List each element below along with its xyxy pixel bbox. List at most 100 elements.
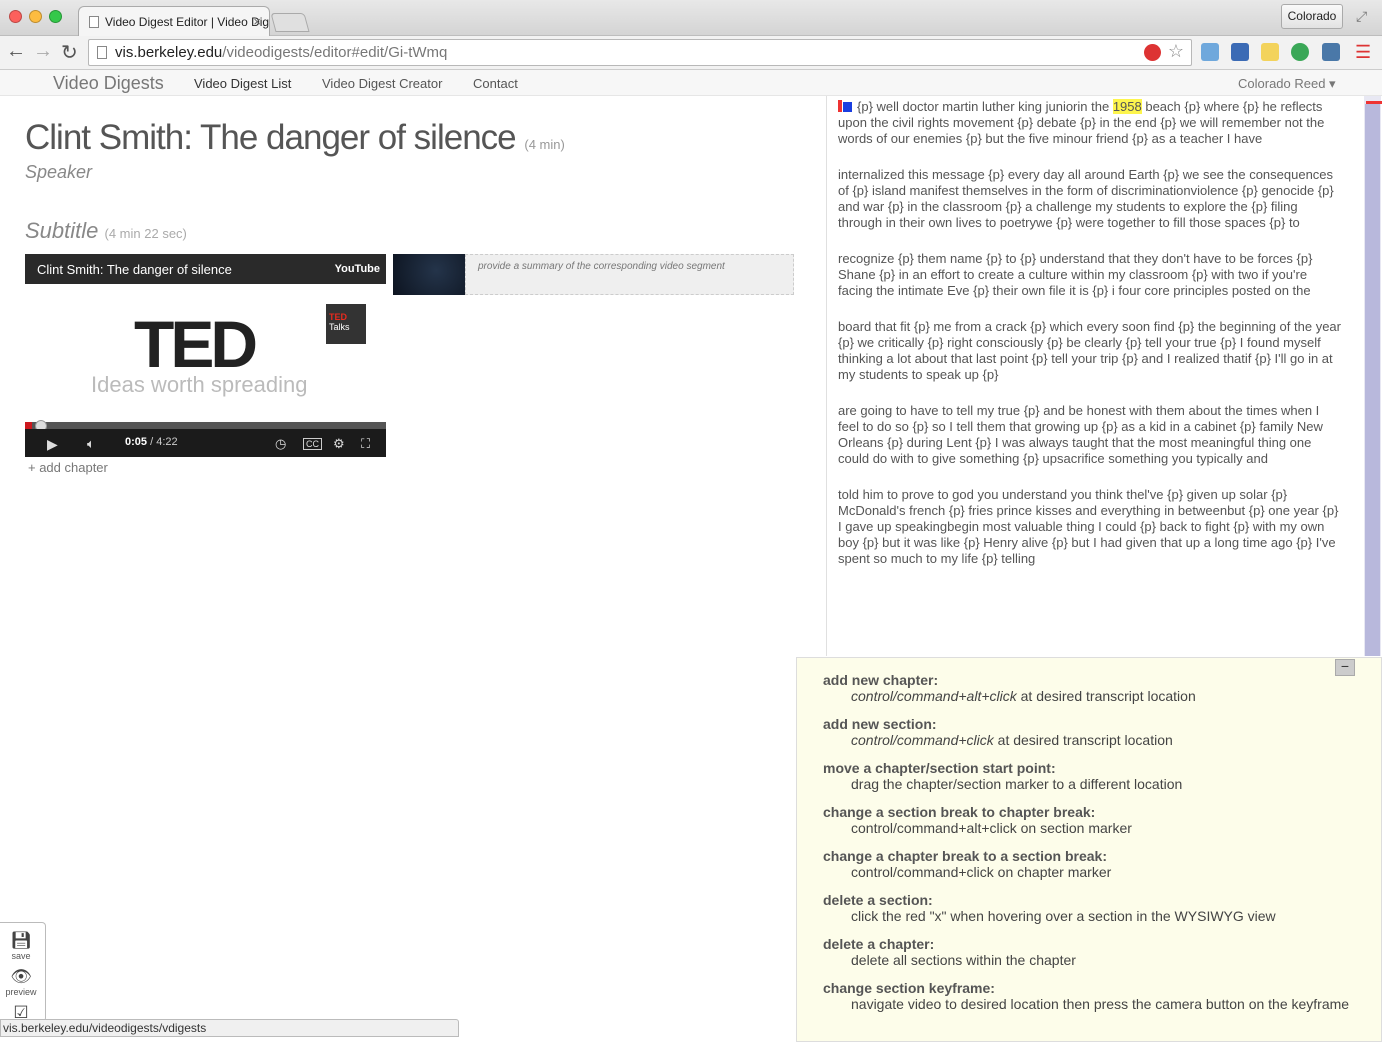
transcript-paragraph[interactable]: internalized this message {p} every day … <box>838 167 1343 231</box>
minimize-window-button[interactable] <box>29 10 42 23</box>
captions-icon[interactable]: CC <box>303 438 322 450</box>
back-arrow-icon[interactable]: ← <box>6 40 26 63</box>
nav-link-video-digest-list[interactable]: Video Digest List <box>194 76 291 91</box>
transcript-paragraph[interactable]: recognize {p} them name {p} to {p} under… <box>838 251 1343 299</box>
close-window-button[interactable] <box>9 10 22 23</box>
transcript-paragraph[interactable]: are going to have to tell my true {p} an… <box>838 403 1343 467</box>
help-description-text: control/command+click on chapter marker <box>851 864 1112 880</box>
editor-toolbox: 💾︎ save 👁︎ preview ☑ <box>0 922 46 1022</box>
video-progress-fill <box>25 422 33 429</box>
preview-label: preview <box>5 987 37 997</box>
eye-icon: 👁︎ <box>10 967 32 986</box>
youtube-logo[interactable]: YouTube <box>335 263 380 275</box>
help-description: drag the chapter/section marker to a dif… <box>823 776 1381 792</box>
help-description-text: drag the chapter/section marker to a dif… <box>851 776 1183 792</box>
help-description: navigate video to desired location then … <box>823 996 1381 1012</box>
watch-later-icon[interactable]: ◷ <box>275 436 286 452</box>
new-tab-button[interactable] <box>270 13 310 32</box>
menu-icon[interactable]: ☰ <box>1355 42 1371 63</box>
help-description-text: click the red "x" when hovering over a s… <box>851 908 1276 924</box>
help-description-text: at desired transcript location <box>1016 688 1196 704</box>
transcript-text: {p} well doctor martin luther king junio… <box>857 99 1113 114</box>
site-navbar: Video Digests Video Digest List Video Di… <box>0 70 1382 96</box>
save-label: save <box>11 951 31 961</box>
video-title-text: Clint Smith: The danger of silence <box>25 118 517 157</box>
play-icon[interactable]: ▶ <box>47 436 58 453</box>
video-title[interactable]: Clint Smith: The danger of silence (4 mi… <box>25 118 565 158</box>
help-collapse-button[interactable]: − <box>1335 659 1355 676</box>
chapter-marker[interactable] <box>838 100 842 112</box>
fullscreen-icon[interactable]: ⤢ <box>1356 8 1367 25</box>
user-menu[interactable]: Colorado Reed ▾ <box>1238 76 1336 92</box>
video-player[interactable]: Clint Smith: The danger of silence YouTu… <box>25 254 386 457</box>
extension-icon-1[interactable] <box>1201 43 1219 61</box>
save-disk-icon: 💾︎ <box>10 931 32 950</box>
help-description-text: at desired transcript location <box>993 732 1173 748</box>
help-list: add new chapter: control/command+alt+clic… <box>823 672 1381 1012</box>
extension-icon-5[interactable] <box>1322 43 1340 61</box>
transcript-highlight: 1958 <box>1112 99 1142 114</box>
preview-button[interactable]: 👁︎ preview <box>0 967 42 997</box>
fullscreen-icon[interactable]: ⛶ <box>361 436 370 452</box>
help-term: add new chapter: <box>823 672 939 688</box>
speaker-field[interactable]: Speaker <box>25 162 92 183</box>
transcript-scroll-thumb[interactable] <box>1365 104 1380 656</box>
help-term: move a chapter/section start point: <box>823 760 1056 776</box>
transcript-panel[interactable]: {p} well doctor martin luther king junio… <box>826 96 1365 656</box>
site-brand[interactable]: Video Digests <box>53 73 164 94</box>
help-description-text: control/command+alt+click on section mar… <box>851 820 1132 836</box>
help-term: delete a chapter: <box>823 936 935 952</box>
help-description: control/command+alt+click on section mar… <box>823 820 1381 836</box>
help-description-text: navigate video to desired location then … <box>851 996 1350 1012</box>
help-term: add new section: <box>823 716 937 732</box>
help-panel: add new chapter: control/command+alt+clic… <box>796 657 1382 1042</box>
zoom-window-button[interactable] <box>49 10 62 23</box>
pro-extension-icon[interactable] <box>1144 44 1161 61</box>
address-bar[interactable]: vis.berkeley.edu/videodigests/editor#edi… <box>88 39 1192 66</box>
tab-close-icon[interactable]: × <box>253 14 261 29</box>
scrollbar-chapter-marker <box>1366 101 1382 104</box>
help-term: change a chapter break to a section brea… <box>823 848 1107 864</box>
subtitle-duration: (4 min 22 sec) <box>104 226 187 241</box>
help-term: change section keyframe: <box>823 980 995 996</box>
help-description: click the red "x" when hovering over a s… <box>823 908 1381 924</box>
help-description: delete all sections within the chapter <box>823 952 1381 968</box>
profile-button[interactable]: Colorado <box>1281 4 1343 29</box>
help-description: control/command+click at desired transcr… <box>823 732 1381 748</box>
transcript-paragraph[interactable]: board that fit {p} me from a crack {p} w… <box>838 319 1343 383</box>
extension-icon-2[interactable] <box>1231 43 1249 61</box>
browser-toolbar: ← → ↻ vis.berkeley.edu/videodigests/edit… <box>0 36 1382 70</box>
extension-icon-3[interactable] <box>1261 43 1279 61</box>
video-progress-bar[interactable] <box>25 422 386 429</box>
help-description: control/command+alt+click at desired tra… <box>823 688 1381 704</box>
help-description-text: delete all sections within the chapter <box>851 952 1076 968</box>
help-description: control/command+click on chapter marker <box>823 864 1381 880</box>
section-keyframe-thumbnail[interactable] <box>393 254 465 295</box>
time-total: / 4:22 <box>147 436 178 448</box>
extension-icon-4[interactable] <box>1291 43 1309 61</box>
status-bar-url: vis.berkeley.edu/videodigests/vdigests <box>0 1019 459 1037</box>
transcript-paragraph[interactable]: {p} well doctor martin luther king junio… <box>838 99 1343 147</box>
nav-link-contact[interactable]: Contact <box>473 76 518 91</box>
nav-link-video-digest-creator[interactable]: Video Digest Creator <box>322 76 442 91</box>
browser-tab[interactable]: Video Digest Editor | Video Digests × <box>78 6 270 37</box>
help-term: change a section break to chapter break: <box>823 804 1096 820</box>
player-title[interactable]: Clint Smith: The danger of silence <box>37 262 232 277</box>
page-icon <box>97 46 107 59</box>
subtitle-text: Subtitle <box>25 218 99 243</box>
forward-arrow-icon[interactable]: → <box>33 40 53 63</box>
bookmark-star-icon[interactable]: ☆ <box>1168 41 1184 62</box>
section-marker[interactable] <box>843 102 852 112</box>
settings-gear-icon[interactable]: ⚙ <box>333 436 345 452</box>
chapter-subtitle[interactable]: Subtitle (4 min 22 sec) <box>25 218 187 244</box>
reload-icon[interactable]: ↻ <box>61 40 78 65</box>
transcript-paragraph[interactable]: told him to prove to god you understand … <box>838 487 1343 567</box>
segment-summary-field[interactable]: provide a summary of the corresponding v… <box>465 254 794 295</box>
save-button[interactable]: 💾︎ save <box>0 931 42 961</box>
player-controls: ▶ 🔈︎ 0:05 / 4:22 ◷ CC ⚙ ⛶ <box>25 429 386 457</box>
player-title-bar: Clint Smith: The danger of silence YouTu… <box>25 254 386 284</box>
volume-icon[interactable]: 🔈︎ <box>87 436 95 452</box>
browser-tabstrip: Video Digest Editor | Video Digests × Co… <box>0 0 1382 37</box>
page-icon <box>89 16 99 28</box>
add-chapter-button[interactable]: + add chapter <box>28 460 108 475</box>
